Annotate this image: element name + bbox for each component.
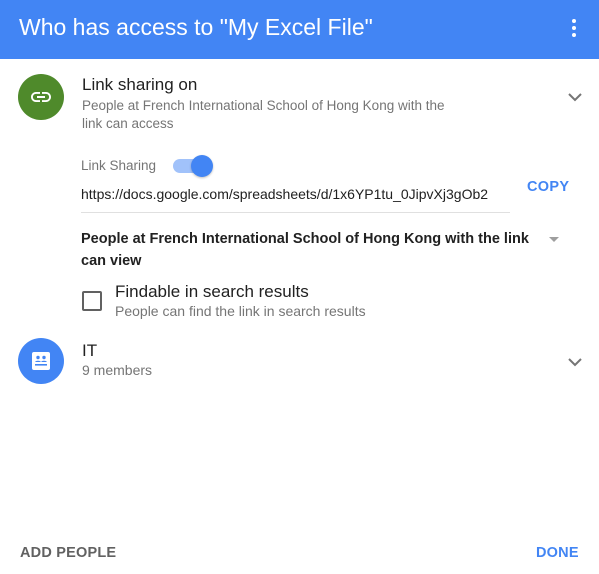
findable-label: Findable in search results bbox=[115, 282, 309, 301]
share-url-field[interactable]: https://docs.google.com/spreadsheets/d/1… bbox=[81, 180, 510, 213]
group-name: IT bbox=[82, 341, 98, 360]
chevron-down-icon[interactable] bbox=[565, 87, 585, 107]
group-icon bbox=[32, 352, 50, 370]
copy-button[interactable]: COPY bbox=[527, 178, 569, 196]
add-people-button[interactable]: ADD PEOPLE bbox=[20, 544, 116, 562]
group-avatar bbox=[18, 338, 64, 384]
link-sharing-toggle[interactable] bbox=[173, 154, 215, 178]
group-members: 9 members bbox=[82, 362, 153, 378]
findable-sublabel: People can find the link in search resul… bbox=[115, 303, 366, 319]
share-url-text: https://docs.google.com/spreadsheets/d/1… bbox=[81, 186, 489, 202]
done-button[interactable]: DONE bbox=[536, 544, 579, 562]
dialog-title: Who has access to "My Excel File" bbox=[19, 14, 373, 40]
access-level-text: People at French International School of… bbox=[81, 231, 529, 269]
access-level-select[interactable]: People at French International School of… bbox=[81, 228, 561, 272]
toggle-thumb bbox=[191, 155, 213, 177]
link-icon bbox=[31, 92, 51, 102]
more-vert-icon[interactable] bbox=[562, 16, 586, 40]
findable-checkbox[interactable] bbox=[82, 291, 102, 311]
link-sharing-description-line1: People at French International School of… bbox=[82, 98, 445, 113]
link-sharing-toggle-label: Link Sharing bbox=[81, 158, 157, 173]
link-sharing-title: Link sharing on bbox=[82, 75, 198, 94]
dropdown-arrow-icon bbox=[549, 237, 559, 242]
link-sharing-avatar bbox=[18, 74, 64, 120]
dialog-header: Who has access to "My Excel File" bbox=[0, 0, 599, 59]
chevron-down-icon[interactable] bbox=[565, 352, 585, 372]
link-sharing-description-line2: link can access bbox=[82, 116, 174, 131]
